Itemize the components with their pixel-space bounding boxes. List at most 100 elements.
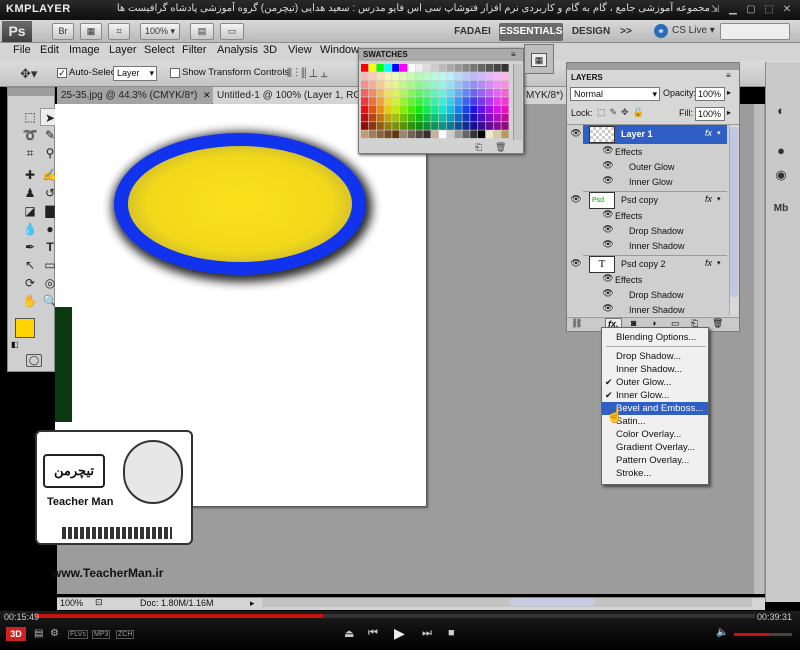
swatch-cell[interactable] (446, 105, 454, 114)
menu-item-inner-shadow[interactable]: Inner Shadow... (602, 363, 708, 376)
menu-item-pattern-overlay[interactable]: Pattern Overlay... (602, 454, 708, 467)
swatch-cell[interactable] (454, 72, 462, 80)
menu-image[interactable]: Image (69, 44, 100, 56)
lock-buttons[interactable]: ⬚✎✥🔒 (597, 107, 648, 118)
swatch-cell[interactable] (446, 72, 454, 80)
swatch-cell[interactable] (431, 122, 439, 130)
swatch-cell[interactable] (384, 105, 392, 114)
swatch-cell[interactable] (407, 64, 415, 72)
swatch-cell[interactable] (376, 80, 384, 89)
effects-row[interactable]: Effects (567, 273, 725, 288)
stop-icon[interactable]: ■ (448, 627, 455, 639)
fullscreen-icon[interactable]: ⬚ (762, 3, 776, 16)
swatch-cell[interactable] (368, 130, 376, 139)
swatch-cell[interactable] (400, 97, 408, 105)
swatch-cell[interactable] (439, 105, 447, 114)
fx-badge[interactable]: fx (705, 128, 712, 138)
swatch-cell[interactable] (431, 72, 439, 80)
swatch-cell[interactable] (454, 80, 462, 89)
swatch-cell[interactable] (361, 72, 369, 80)
swatch-cell[interactable] (485, 72, 493, 80)
link-layers-icon[interactable]: ⛓ (571, 318, 582, 329)
mini-bridge-button[interactable]: ▦ (80, 23, 102, 40)
swatch-cell[interactable] (493, 97, 501, 105)
hand-tool-icon[interactable]: ✋ (20, 292, 40, 310)
swatch-cell[interactable] (368, 105, 376, 114)
swatch-cell[interactable] (431, 105, 439, 114)
effect-row[interactable]: Inner Shadow (567, 303, 725, 318)
swatch-cell[interactable] (400, 64, 408, 72)
layers-menu-icon[interactable]: ≡ (726, 71, 731, 80)
mini-bridge-icon[interactable]: Mb (769, 198, 793, 220)
swatch-cell[interactable] (415, 113, 423, 122)
swatch-cell[interactable] (431, 80, 439, 89)
swatch-cell[interactable] (493, 88, 501, 97)
cs-live-button[interactable]: CS Live ▾ (672, 25, 715, 36)
swatch-cell[interactable] (400, 88, 408, 97)
layers-scrollbar[interactable] (729, 125, 738, 315)
swatch-cell[interactable] (493, 80, 501, 89)
swatch-cell[interactable] (439, 80, 447, 89)
menu-analysis[interactable]: Analysis (217, 44, 258, 56)
swatch-cell[interactable] (415, 64, 423, 72)
adjustments-icon[interactable]: ◐ (769, 100, 793, 122)
swatch-cell[interactable] (407, 105, 415, 114)
swatch-cell[interactable] (454, 122, 462, 130)
swatches-title[interactable]: SWATCHES (359, 49, 523, 61)
effect-row[interactable]: Drop Shadow (567, 288, 725, 303)
swatch-cell[interactable] (462, 105, 470, 114)
swatch-cell[interactable] (384, 113, 392, 122)
pin-icon[interactable]: ⇲ (708, 3, 722, 16)
3d-button[interactable]: 3D (6, 627, 26, 641)
settings-icon[interactable]: ⚙ (50, 628, 59, 639)
swatch-cell[interactable] (384, 72, 392, 80)
quick-mask-icon[interactable]: ◯ (26, 354, 42, 367)
swatch-cell[interactable] (501, 97, 509, 105)
menu-item-drop-shadow[interactable]: Drop Shadow... (602, 350, 708, 363)
swatch-cell[interactable] (446, 113, 454, 122)
swatch-cell[interactable] (407, 130, 415, 139)
vertical-scrollbar[interactable] (754, 104, 764, 594)
effect-eye-icon[interactable]: 👁 (601, 288, 615, 299)
swatch-cell[interactable] (478, 130, 486, 139)
opacity-arrow-icon[interactable]: ▸ (727, 88, 731, 97)
swatch-cell[interactable] (454, 97, 462, 105)
swatch-cell[interactable] (361, 64, 369, 72)
playlist-icon[interactable]: ▤ (34, 628, 43, 639)
effects-eye-icon[interactable]: 👁 (601, 209, 615, 220)
swatch-cell[interactable] (478, 113, 486, 122)
fx-badge[interactable]: fx (705, 194, 712, 204)
collapse-arrow-icon[interactable]: ▾ (717, 259, 721, 267)
swatch-cell[interactable] (470, 122, 478, 130)
new-swatch-icon[interactable]: ⎗ (475, 142, 482, 153)
swatch-cell[interactable] (384, 64, 392, 72)
status-zoom-icon[interactable]: ⊡ (95, 597, 103, 608)
swatch-cell[interactable] (392, 80, 400, 89)
swatch-cell[interactable] (415, 72, 423, 80)
swatch-cell[interactable] (415, 105, 423, 114)
effect-row[interactable]: Outer Glow (567, 160, 725, 175)
swatch-cell[interactable] (462, 88, 470, 97)
foreground-color-swatch[interactable] (15, 318, 35, 338)
effects-row[interactable]: Effects (567, 145, 725, 160)
swatch-cell[interactable] (384, 130, 392, 139)
show-transform-checkbox[interactable] (170, 68, 180, 78)
visibility-eye-icon[interactable]: 👁 (569, 128, 583, 139)
move-tool-preset-icon[interactable]: ✥▾ (20, 66, 37, 82)
effect-eye-icon[interactable]: 👁 (601, 303, 615, 314)
tools-panel-header[interactable] (8, 88, 54, 96)
layer-name[interactable]: Psd copy 2 (621, 259, 666, 269)
swatch-cell[interactable] (446, 97, 454, 105)
eraser-tool-icon[interactable]: ◪ (20, 202, 40, 220)
swatch-cell[interactable] (470, 88, 478, 97)
maximize-icon[interactable]: ▢ (744, 3, 758, 16)
swatch-cell[interactable] (361, 122, 369, 130)
fill-field[interactable]: 100% (695, 107, 725, 121)
swatch-cell[interactable] (392, 130, 400, 139)
swatch-cell[interactable] (485, 122, 493, 130)
layers-tab[interactable]: LAYERS (567, 71, 607, 84)
swatch-cell[interactable] (392, 72, 400, 80)
swatch-cell[interactable] (368, 113, 376, 122)
swatch-cell[interactable] (415, 88, 423, 97)
swatch-cell[interactable] (400, 130, 408, 139)
